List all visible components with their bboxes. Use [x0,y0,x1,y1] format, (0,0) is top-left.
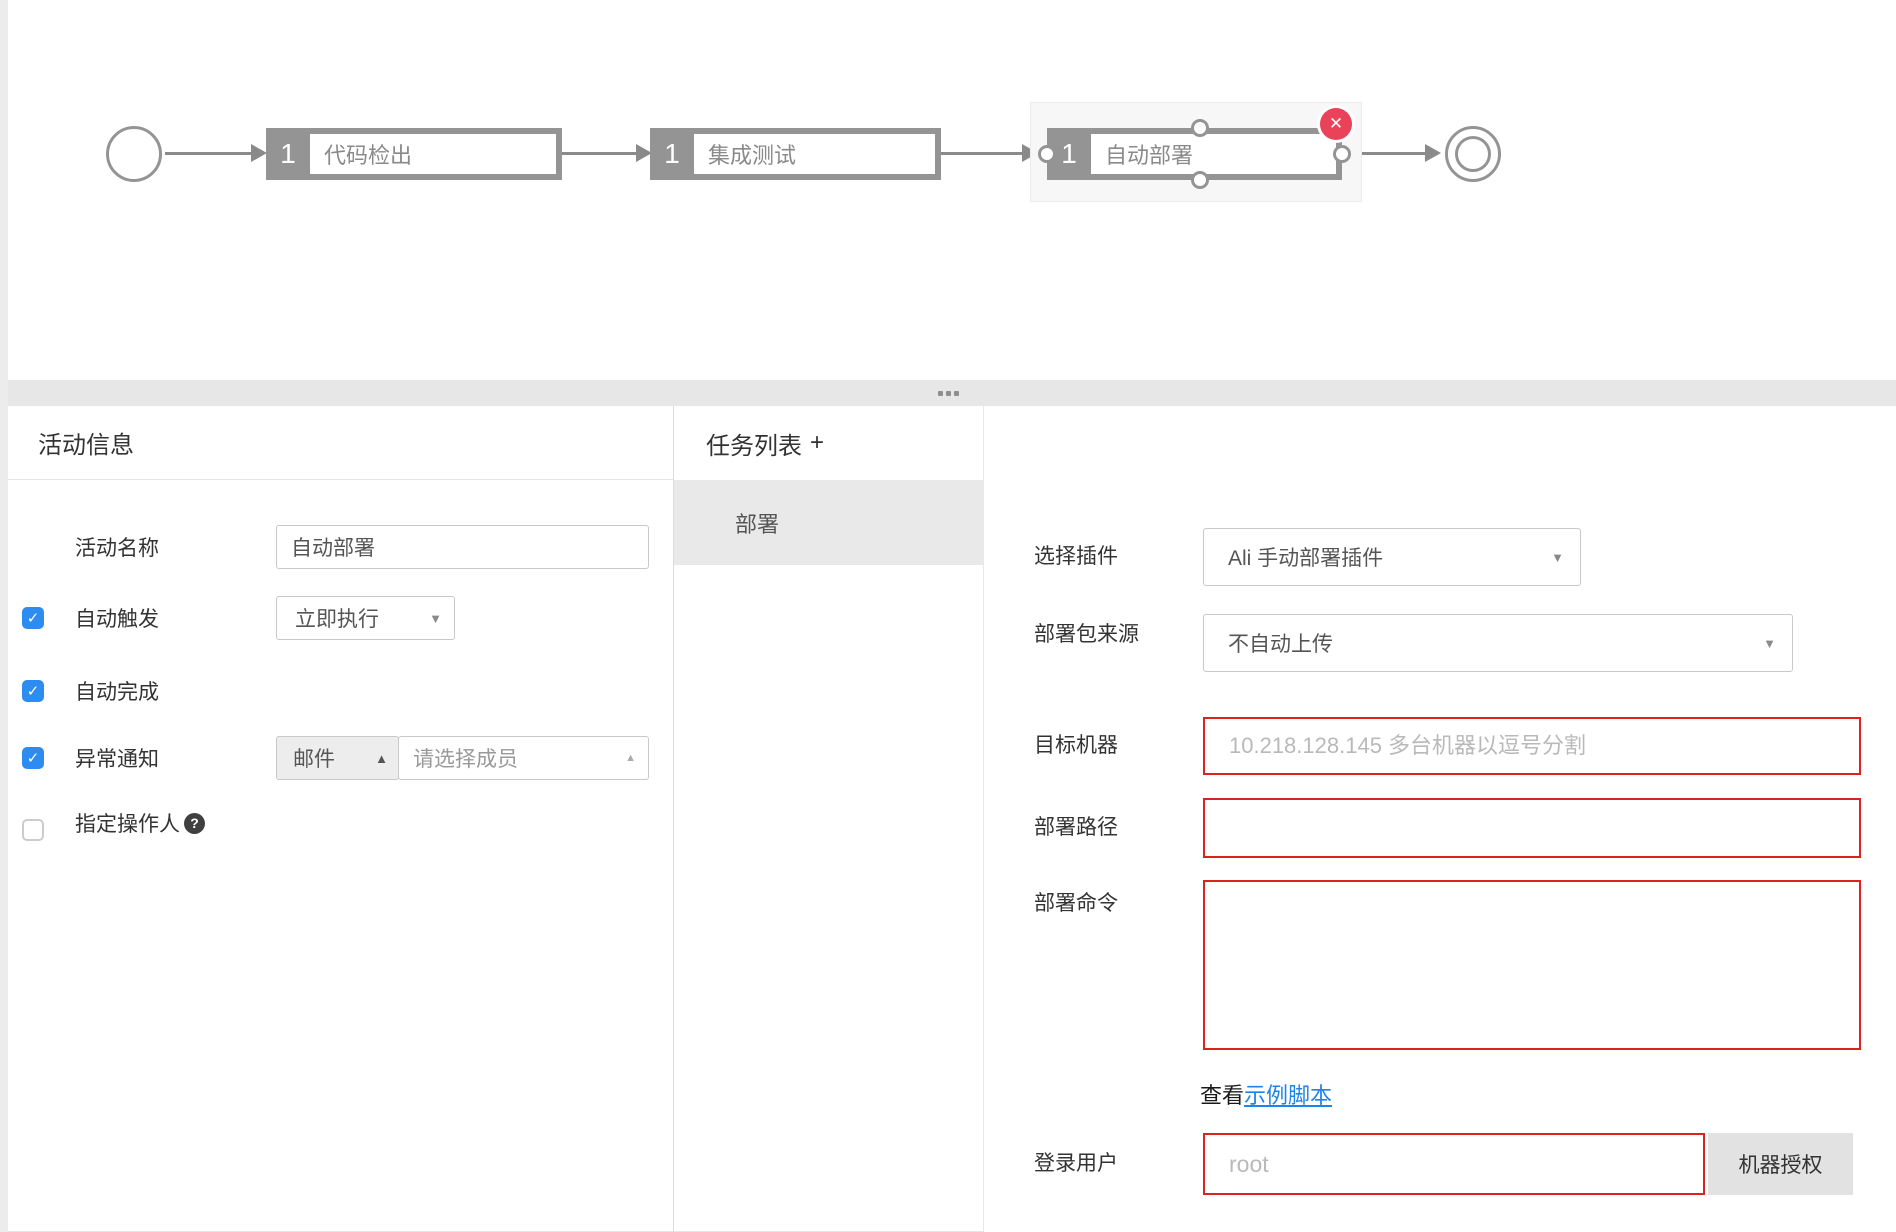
add-task-button[interactable]: + [810,429,824,457]
connection-handle-bottom[interactable] [1191,171,1209,189]
package-source-select[interactable]: 不自动上传 ▼ [1203,614,1793,672]
check-icon: ✓ [27,682,40,700]
chevron-down-icon: ▼ [1763,636,1776,651]
node-label: 自动部署 [1091,134,1336,174]
node-label: 集成测试 [694,134,935,174]
chevron-down-icon: ▼ [1551,550,1564,565]
exception-notify-label: 异常通知 [75,736,159,780]
flow-node-code-checkout[interactable]: 1 代码检出 [266,128,562,180]
auto-trigger-label: 自动触发 [75,596,159,640]
panel-resize-handle[interactable] [0,380,1896,406]
login-user-input[interactable] [1203,1133,1705,1195]
deploy-config-panel: 选择插件 Ali 手动部署插件 ▼ 部署包来源 不自动上传 ▼ 目标机器 部署路… [984,406,1896,1232]
delete-node-button[interactable]: ✕ [1320,108,1352,140]
chevron-down-icon: ▼ [429,611,442,626]
sample-prefix: 查看 [1200,1083,1244,1108]
drag-dot-icon [954,391,959,396]
plugin-value: Ali 手动部署插件 [1228,542,1383,572]
connection-handle-right[interactable] [1333,145,1351,163]
trigger-mode-select[interactable]: 立即执行 ▼ [276,596,455,640]
notify-channel-select[interactable]: 邮件 ▲ [276,736,399,780]
arrowhead-icon [1425,144,1441,162]
notify-member-placeholder: 请选择成员 [413,743,518,773]
activity-name-input[interactable] [276,525,649,569]
assign-operator-checkbox[interactable] [22,819,44,841]
help-icon[interactable]: ? [184,813,205,834]
target-machine-input[interactable] [1203,717,1861,775]
detail-panels: 活动信息 活动名称 ✓ 自动触发 立即执行 ▼ ✓ 自动完成 ✓ 异常通知 邮件… [0,406,1896,1232]
notify-member-select[interactable]: 请选择成员 ▲ [398,736,649,780]
pipeline-canvas[interactable]: 1 代码检出 1 集成测试 1 自动部署 ✕ [0,0,1896,380]
sample-script-link[interactable]: 示例脚本 [1244,1083,1332,1108]
node-order-badge: 1 [650,134,694,174]
start-node[interactable] [106,126,162,182]
node-order-badge: 1 [266,134,310,174]
package-source-label: 部署包来源 [1034,619,1144,651]
activity-info-panel: 活动信息 活动名称 ✓ 自动触发 立即执行 ▼ ✓ 自动完成 ✓ 异常通知 邮件… [0,406,674,1232]
sample-script-line: 查看示例脚本 [1200,1078,1332,1110]
notify-channel-value: 邮件 [293,743,335,773]
left-edge-strip [0,0,8,1232]
auto-complete-label: 自动完成 [75,669,159,713]
chevron-up-icon: ▲ [375,751,388,766]
activity-name-label: 活动名称 [75,525,159,569]
assign-operator-label: 指定操作人 ? [75,810,205,836]
connection-handle-left[interactable] [1038,145,1056,163]
drag-dot-icon [946,391,951,396]
task-list-panel: 任务列表 + 部署 [674,406,984,1232]
machine-auth-button[interactable]: 机器授权 [1708,1133,1853,1195]
close-icon: ✕ [1329,114,1343,134]
login-user-label: 登录用户 [1034,1148,1144,1180]
deploy-command-label: 部署命令 [1034,888,1144,920]
flow-node-integration-test[interactable]: 1 集成测试 [650,128,941,180]
plugin-label: 选择插件 [1034,541,1144,573]
connection-handle-top[interactable] [1191,119,1209,137]
task-item-deploy[interactable]: 部署 [674,480,983,565]
auto-trigger-checkbox[interactable]: ✓ [22,607,44,629]
check-icon: ✓ [27,609,40,627]
target-machine-label: 目标机器 [1034,730,1144,762]
activity-panel-title: 活动信息 [0,406,673,480]
end-node-inner-ring [1455,136,1491,172]
pipeline-editor: 1 代码检出 1 集成测试 1 自动部署 ✕ [0,0,1896,1232]
node-label: 代码检出 [310,134,556,174]
exception-notify-checkbox[interactable]: ✓ [22,747,44,769]
task-panel-title: 任务列表 [706,426,802,461]
arrowhead-icon [251,144,267,162]
auto-complete-checkbox[interactable]: ✓ [22,680,44,702]
deploy-path-label: 部署路径 [1034,812,1144,844]
deploy-command-textarea[interactable] [1203,880,1861,1050]
deploy-path-input[interactable] [1203,798,1861,858]
package-source-value: 不自动上传 [1228,628,1333,658]
check-icon: ✓ [27,749,40,767]
chevron-up-icon: ▲ [625,752,636,764]
plugin-select[interactable]: Ali 手动部署插件 ▼ [1203,528,1581,586]
task-panel-header: 任务列表 + [674,406,983,480]
trigger-mode-value: 立即执行 [295,603,379,633]
drag-dot-icon [938,391,943,396]
end-node[interactable] [1445,126,1501,182]
